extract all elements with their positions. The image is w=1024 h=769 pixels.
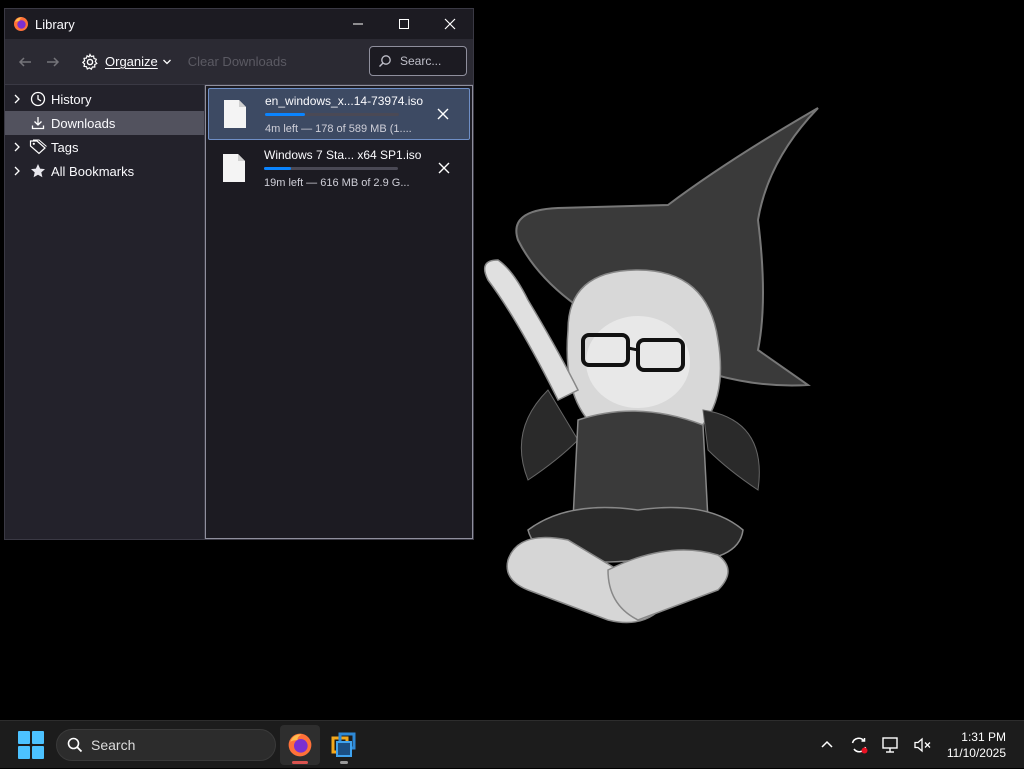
firefox-icon — [288, 733, 312, 756]
library-panes: History Downloads Tags All Bookmarks en_… — [5, 85, 473, 539]
back-button[interactable] — [11, 48, 39, 76]
clock-time: 1:31 PM — [961, 730, 1006, 744]
sync-icon[interactable] — [845, 731, 873, 759]
chevron-down-icon — [162, 59, 171, 64]
taskbar-app-virtualbox[interactable] — [324, 725, 364, 765]
cancel-download-button[interactable] — [429, 100, 457, 128]
library-window: Library Organize Clear Downloads Searc..… — [4, 8, 474, 540]
title-bar[interactable]: Library — [5, 9, 473, 39]
wallpaper-witch-illustration — [483, 107, 819, 624]
expand-chevron-icon[interactable] — [9, 94, 25, 104]
taskbar-app-firefox[interactable] — [280, 724, 320, 765]
download-progress-fill — [264, 166, 291, 170]
download-status: 4m left — 178 of 589 MB (1.... — [265, 122, 412, 135]
gear-icon — [81, 52, 98, 70]
download-progress-bar — [264, 166, 398, 170]
organize-button[interactable]: Organize — [75, 48, 178, 76]
downloads-list: en_windows_x...14-73974.iso 4m left — 17… — [205, 85, 473, 539]
search-input[interactable]: Searc... — [369, 46, 467, 76]
tag-icon — [29, 138, 47, 156]
file-icon — [224, 100, 246, 128]
search-icon — [379, 55, 391, 67]
file-icon — [223, 154, 245, 182]
cancel-download-button[interactable] — [430, 154, 458, 182]
system-tray: 1:31 PM 11/10/2025 — [809, 721, 1024, 769]
sidebar-item-downloads[interactable]: Downloads — [5, 111, 204, 135]
sidebar-item-tags[interactable]: Tags — [5, 135, 204, 159]
sidebar-item-all-bookmarks[interactable]: All Bookmarks — [5, 159, 204, 183]
arrow-left-icon — [18, 56, 31, 67]
organize-label: Organize — [105, 54, 158, 69]
close-icon — [438, 162, 450, 174]
star-icon — [29, 162, 47, 180]
minimize-icon — [353, 23, 363, 25]
download-filename: en_windows_x...14-73974.iso — [265, 93, 424, 108]
virtualbox-icon — [331, 732, 356, 757]
volume-muted-icon[interactable] — [909, 731, 937, 759]
close-icon — [437, 108, 449, 120]
network-icon[interactable] — [877, 731, 905, 759]
arrow-right-icon — [47, 56, 60, 67]
clock-date: 11/10/2025 — [946, 746, 1006, 760]
chevron-up-icon[interactable] — [813, 731, 841, 759]
taskbar: Search 1:31 PM 11/10/2025 — [0, 720, 1024, 768]
close-button[interactable] — [427, 9, 473, 39]
download-item[interactable]: en_windows_x...14-73974.iso 4m left — 17… — [208, 88, 470, 140]
download-filename: Windows 7 Sta... x64 SP1.iso — [264, 147, 422, 162]
sidebar-item-history[interactable]: History — [5, 87, 204, 111]
expand-chevron-icon[interactable] — [9, 142, 25, 152]
clock-icon — [29, 90, 47, 108]
search-placeholder: Searc... — [400, 54, 442, 68]
download-item[interactable]: Windows 7 Sta... x64 SP1.iso 19m left — … — [208, 142, 470, 194]
taskbar-search-label: Search — [91, 736, 136, 753]
sidebar-item-label: Tags — [51, 139, 79, 155]
maximize-button[interactable] — [381, 9, 427, 39]
download-progress-fill — [265, 112, 306, 116]
sidebar-item-label: All Bookmarks — [51, 163, 135, 179]
close-icon — [444, 18, 456, 30]
sidebar-item-label: Downloads — [51, 115, 116, 131]
start-button[interactable] — [18, 730, 46, 759]
firefox-icon — [14, 17, 28, 31]
expand-chevron-icon[interactable] — [9, 166, 25, 176]
library-sidebar: History Downloads Tags All Bookmarks — [5, 85, 205, 539]
download-progress-bar — [265, 112, 399, 116]
minimize-button[interactable] — [335, 9, 381, 39]
forward-button[interactable] — [39, 48, 67, 76]
download-status: 19m left — 616 MB of 2.9 G... — [264, 176, 410, 189]
sidebar-item-label: History — [51, 91, 92, 107]
window-title: Library — [35, 16, 75, 32]
desktop: Library Organize Clear Downloads Searc..… — [0, 0, 1024, 720]
clear-downloads-button[interactable]: Clear Downloads — [188, 54, 287, 69]
maximize-icon — [399, 19, 409, 29]
clock[interactable]: 1:31 PM 11/10/2025 — [947, 729, 1006, 761]
search-icon — [67, 737, 83, 752]
taskbar-search[interactable]: Search — [56, 728, 276, 761]
download-icon — [29, 114, 47, 132]
